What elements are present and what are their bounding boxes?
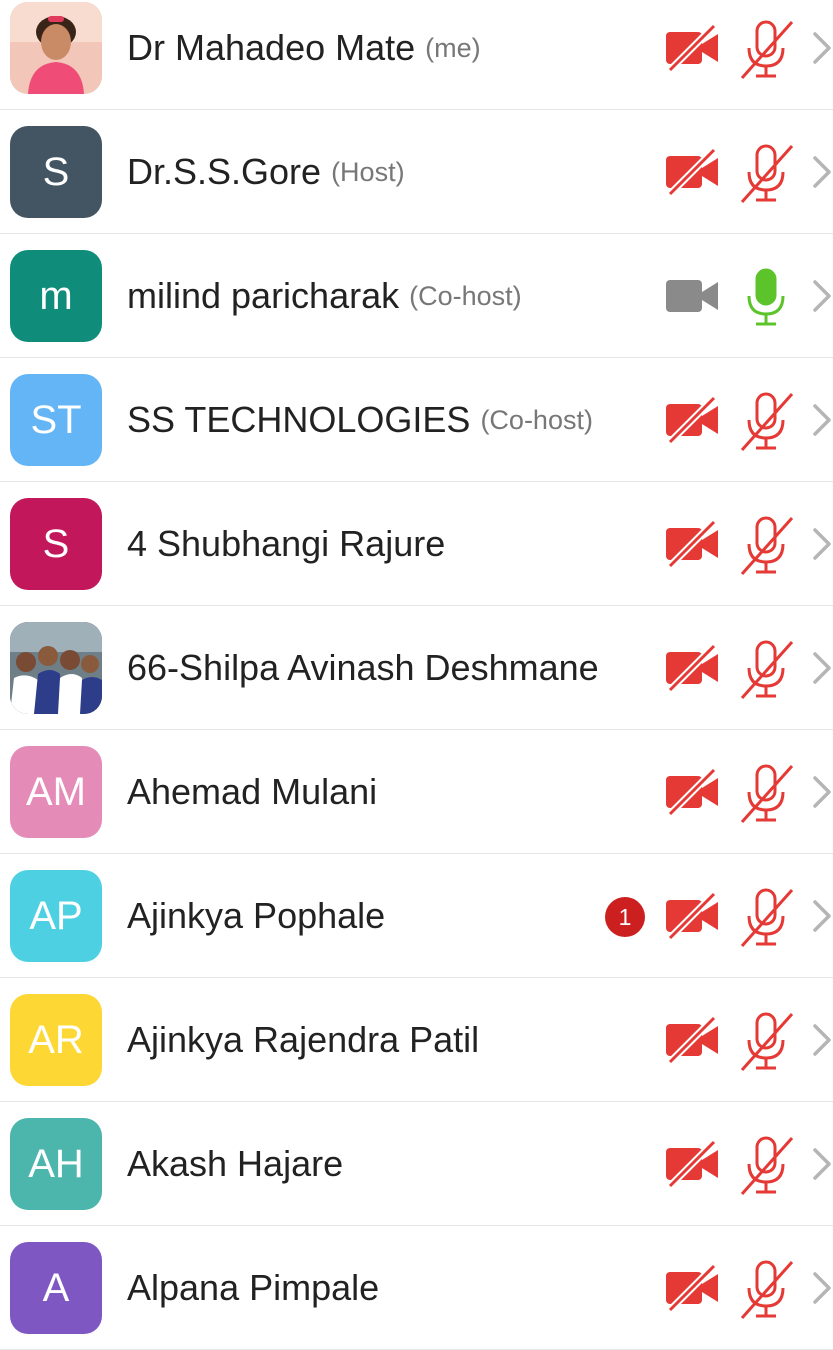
avatar-initials: A bbox=[42, 1265, 70, 1310]
chevron-right-icon[interactable] bbox=[811, 278, 833, 314]
participant-name-group: Dr Mahadeo Mate (me) bbox=[127, 0, 481, 110]
avatar-initials: AP bbox=[29, 893, 83, 938]
avatar: m bbox=[10, 250, 102, 342]
avatar: AM bbox=[10, 746, 102, 838]
microphone-muted-icon[interactable] bbox=[738, 886, 794, 948]
participant-row[interactable]: AM Ahemad Mulani bbox=[0, 730, 833, 854]
participant-list: Dr Mahadeo Mate (me) S Dr.S.S.Gore (Host) m mi… bbox=[0, 0, 833, 1350]
avatar bbox=[10, 2, 102, 94]
avatar-initials: AM bbox=[26, 769, 86, 814]
chevron-right-icon[interactable] bbox=[811, 898, 833, 934]
microphone-muted-icon[interactable] bbox=[738, 142, 794, 204]
video-camera-icon[interactable] bbox=[664, 272, 720, 320]
participant-name: Ajinkya Rajendra Patil bbox=[127, 1019, 480, 1060]
participant-name: Ahemad Mulani bbox=[127, 771, 378, 812]
chevron-right-icon[interactable] bbox=[811, 1146, 833, 1182]
avatar: AR bbox=[10, 994, 102, 1086]
chevron-right-icon[interactable] bbox=[811, 30, 833, 66]
chevron-right-icon[interactable] bbox=[811, 774, 833, 810]
microphone-icon[interactable] bbox=[738, 266, 794, 328]
video-off-icon[interactable] bbox=[664, 395, 720, 445]
avatar-initials: S bbox=[42, 149, 70, 194]
participant-name-group: Akash Hajare bbox=[127, 1102, 343, 1226]
participant-row[interactable]: A Alpana Pimpale bbox=[0, 1226, 833, 1350]
chevron-right-icon[interactable] bbox=[811, 650, 833, 686]
microphone-muted-icon[interactable] bbox=[738, 514, 794, 576]
video-off-icon[interactable] bbox=[664, 1015, 720, 1065]
video-off-icon[interactable] bbox=[664, 767, 720, 817]
participant-role: (Co-host) bbox=[409, 280, 522, 311]
participant-name-group: 4 Shubhangi Rajure bbox=[127, 482, 445, 606]
participant-row[interactable]: S Dr.S.S.Gore (Host) bbox=[0, 110, 833, 234]
video-off-icon[interactable] bbox=[664, 891, 720, 941]
participant-row[interactable]: AP Ajinkya Pophale 1 bbox=[0, 854, 833, 978]
avatar-initials: S bbox=[42, 521, 70, 566]
participant-name: 66-Shilpa Avinash Deshmane bbox=[127, 647, 599, 688]
avatar: A bbox=[10, 1242, 102, 1334]
participant-name-group: Ahemad Mulani bbox=[127, 730, 377, 854]
participant-name: Dr.S.S.Gore bbox=[127, 151, 322, 192]
participant-name-group: milind paricharak (Co-host) bbox=[127, 234, 522, 358]
microphone-muted-icon[interactable] bbox=[738, 18, 794, 80]
participant-row[interactable]: m milind paricharak (Co-host) bbox=[0, 234, 833, 358]
participant-name: 4 Shubhangi Rajure bbox=[127, 523, 446, 564]
avatar bbox=[10, 622, 102, 714]
avatar: S bbox=[10, 126, 102, 218]
chevron-right-icon[interactable] bbox=[811, 526, 833, 562]
participant-name: milind paricharak bbox=[127, 275, 400, 316]
avatar: ST bbox=[10, 374, 102, 466]
avatar: AP bbox=[10, 870, 102, 962]
avatar-initials: ST bbox=[30, 397, 82, 442]
participant-name: Dr Mahadeo Mate bbox=[127, 27, 416, 68]
microphone-muted-icon[interactable] bbox=[738, 1010, 794, 1072]
microphone-muted-icon[interactable] bbox=[738, 390, 794, 452]
video-off-icon[interactable] bbox=[664, 1139, 720, 1189]
participant-row[interactable]: Dr Mahadeo Mate (me) bbox=[0, 0, 833, 110]
participant-role: (Co-host) bbox=[480, 404, 593, 435]
participant-name-group: Ajinkya Rajendra Patil bbox=[127, 978, 479, 1102]
participant-name: Ajinkya Pophale bbox=[127, 895, 386, 936]
participant-role: (Host) bbox=[331, 156, 405, 187]
participant-name: Akash Hajare bbox=[127, 1143, 344, 1184]
avatar-initials: m bbox=[39, 273, 73, 318]
participant-row[interactable]: AH Akash Hajare bbox=[0, 1102, 833, 1226]
participant-row[interactable]: 66-Shilpa Avinash Deshmane bbox=[0, 606, 833, 730]
participant-row[interactable]: AR Ajinkya Rajendra Patil bbox=[0, 978, 833, 1102]
participant-name-group: 66-Shilpa Avinash Deshmane bbox=[127, 606, 599, 730]
participant-name-group: Ajinkya Pophale bbox=[127, 854, 385, 978]
avatar: S bbox=[10, 498, 102, 590]
participant-name: SS TECHNOLOGIES bbox=[127, 399, 471, 440]
participant-name-group: Dr.S.S.Gore (Host) bbox=[127, 110, 405, 234]
microphone-muted-icon[interactable] bbox=[738, 1134, 794, 1196]
chevron-right-icon[interactable] bbox=[811, 1022, 833, 1058]
microphone-muted-icon[interactable] bbox=[738, 638, 794, 700]
video-off-icon[interactable] bbox=[664, 519, 720, 569]
participant-row[interactable]: S 4 Shubhangi Rajure bbox=[0, 482, 833, 606]
participant-name: Alpana Pimpale bbox=[127, 1267, 380, 1308]
avatar: AH bbox=[10, 1118, 102, 1210]
avatar-initials: AR bbox=[28, 1017, 84, 1062]
chevron-right-icon[interactable] bbox=[811, 154, 833, 190]
participant-row[interactable]: ST SS TECHNOLOGIES (Co-host) bbox=[0, 358, 833, 482]
video-off-icon[interactable] bbox=[664, 147, 720, 197]
participant-name-group: SS TECHNOLOGIES (Co-host) bbox=[127, 358, 593, 482]
chevron-right-icon[interactable] bbox=[811, 1270, 833, 1306]
participant-name-group: Alpana Pimpale bbox=[127, 1226, 379, 1350]
unread-badge: 1 bbox=[605, 897, 645, 937]
avatar-initials: AH bbox=[28, 1141, 84, 1186]
participant-role: (me) bbox=[425, 32, 481, 63]
video-off-icon[interactable] bbox=[664, 23, 720, 73]
video-off-icon[interactable] bbox=[664, 1263, 720, 1313]
chevron-right-icon[interactable] bbox=[811, 402, 833, 438]
microphone-muted-icon[interactable] bbox=[738, 1258, 794, 1320]
microphone-muted-icon[interactable] bbox=[738, 762, 794, 824]
video-off-icon[interactable] bbox=[664, 643, 720, 693]
